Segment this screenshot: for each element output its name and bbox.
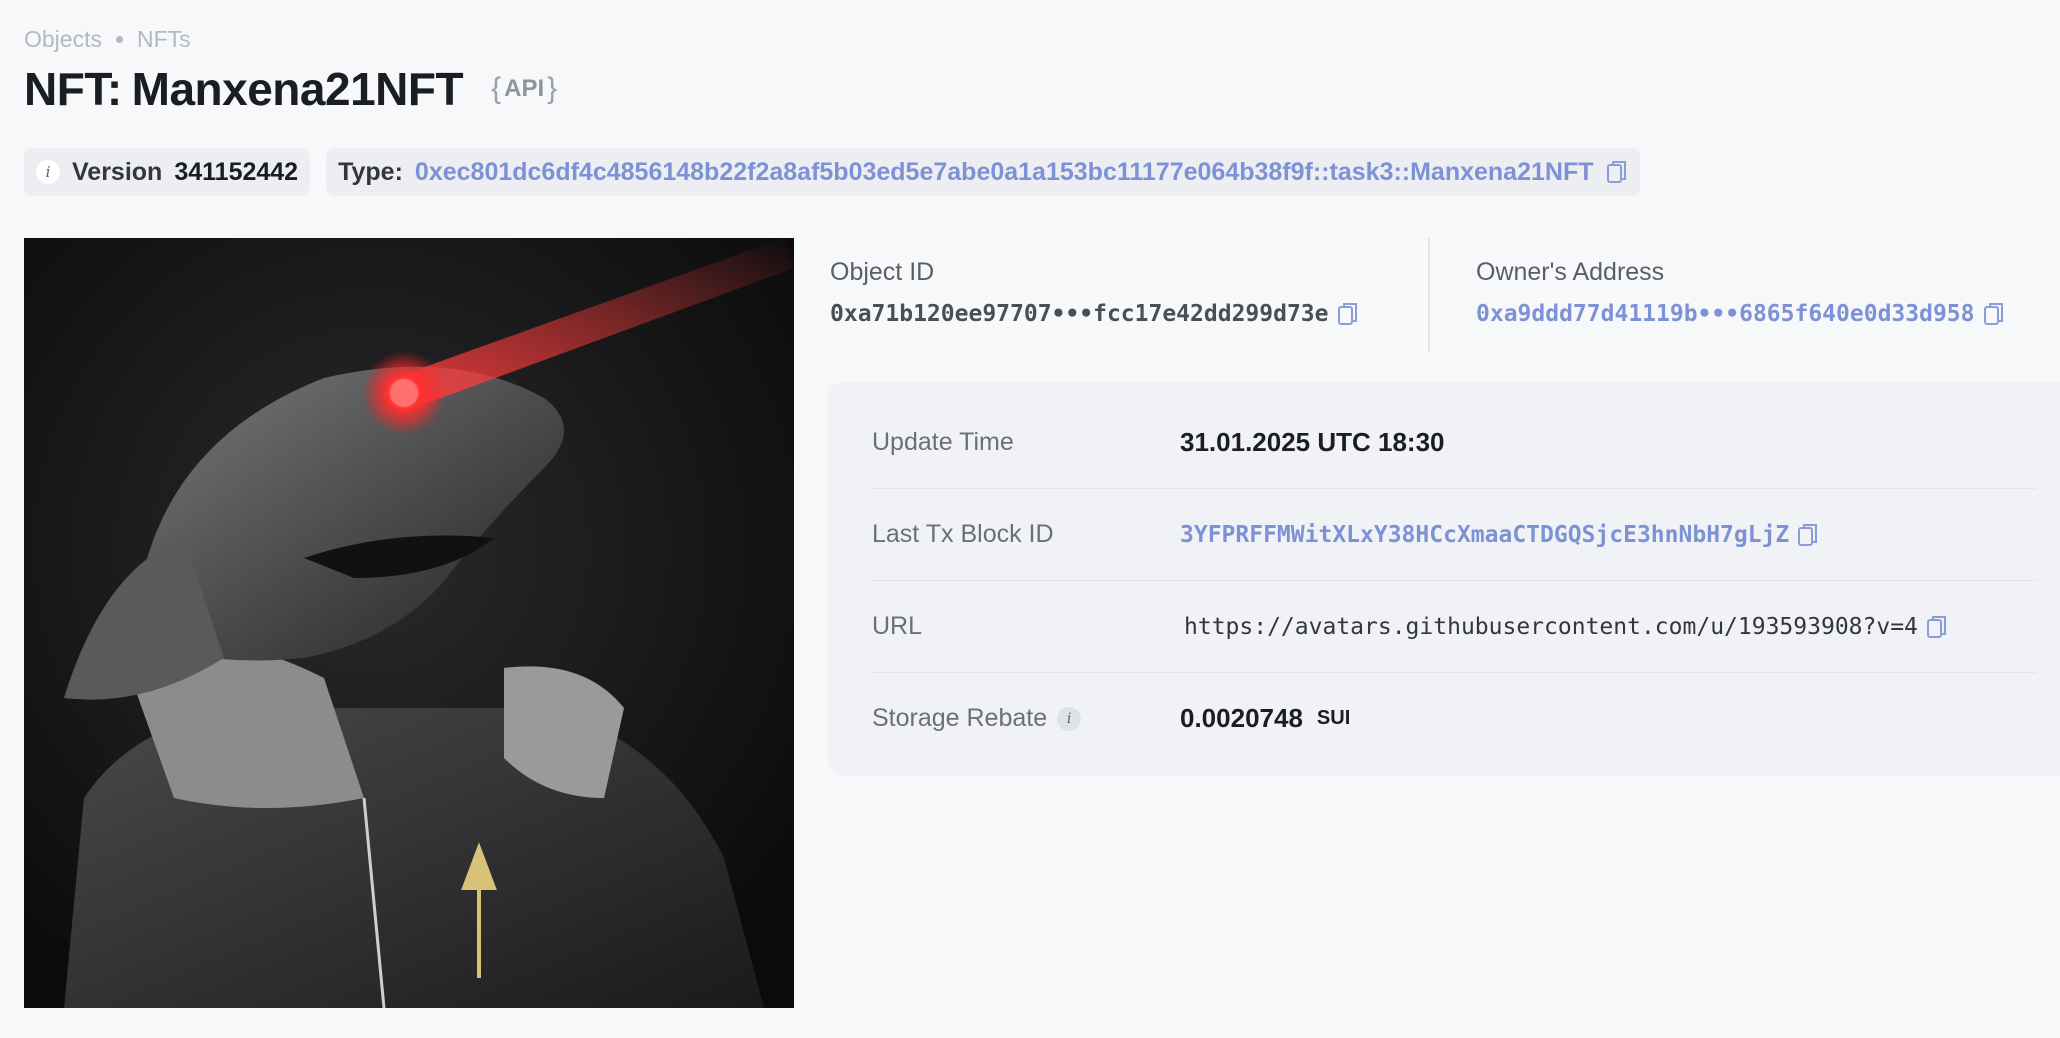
storage-rebate-label: Storage Rebate (872, 704, 1048, 732)
type-chip: Type: 0xec801dc6df4c4856148b22f2a8af5b03… (326, 148, 1640, 196)
object-id-value: 0xa71b120ee97707•••fcc17e42dd299d73e (830, 301, 1329, 327)
meta-divider (1428, 238, 1430, 352)
owner-address-link[interactable]: 0xa9ddd77d41119b•••6865f640e0d33d958 (1476, 301, 1975, 327)
copy-icon[interactable] (1926, 614, 1948, 640)
storage-rebate-label-wrap: Storage Rebate i (872, 704, 1180, 733)
title-row: NFT: Manxena21NFT { API } (24, 62, 557, 116)
update-time-value: 31.01.2025 UTC 18:30 (1180, 426, 1445, 457)
update-time-row: Update Time 31.01.2025 UTC 18:30 (872, 396, 2036, 488)
version-chip: i Version 341152442 (24, 148, 311, 196)
nft-object-page: Objects NFTs NFT: Manxena21NFT { API } i … (0, 0, 2060, 1038)
breadcrumb: Objects NFTs (24, 26, 191, 53)
api-brace-icon: { (491, 72, 502, 105)
version-value: 341152442 (174, 157, 299, 186)
update-time-label: Update Time (872, 427, 1014, 456)
owner-label: Owner's Address (1476, 258, 1665, 286)
api-link[interactable]: { API } (491, 72, 557, 106)
url-row: URL https://avatars.githubusercontent.co… (872, 580, 2036, 672)
breadcrumb-separator (115, 36, 123, 43)
storage-rebate-value-row: 0.0020748 SUI (1180, 703, 1350, 734)
url-value[interactable]: https://avatars.githubusercontent.com/u/… (1184, 614, 1918, 640)
last-tx-label: Last Tx Block ID (872, 520, 1054, 548)
type-label: Type: (338, 157, 403, 186)
type-link[interactable]: 0xec801dc6df4c4856148b22f2a8af5b03ed5e7a… (415, 158, 1594, 187)
url-label: URL (872, 612, 923, 640)
copy-icon[interactable] (1797, 522, 1819, 548)
storage-rebate-row: Storage Rebate i 0.0020748 SUI (872, 672, 2036, 764)
details-card: Update Time 31.01.2025 UTC 18:30 Last Tx… (828, 382, 2060, 776)
api-brace-close-icon: } (547, 72, 558, 105)
object-id-value-row: 0xa71b120ee97707•••fcc17e42dd299d73e (830, 301, 1359, 327)
nft-image (24, 238, 794, 1008)
title-name: Manxena21NFT (131, 63, 464, 115)
page-title: NFT: Manxena21NFT (24, 62, 464, 116)
url-value-row: https://avatars.githubusercontent.com/u/… (1180, 614, 1948, 640)
storage-rebate-value: 0.0020748 (1180, 703, 1303, 733)
breadcrumb-nfts[interactable]: NFTs (137, 26, 191, 53)
version-label: Version (72, 157, 163, 186)
copy-icon[interactable] (1983, 301, 2005, 327)
title-prefix: NFT: (24, 63, 122, 115)
object-id-block: Object ID 0xa71b120ee97707•••fcc17e42dd2… (830, 258, 1359, 327)
copy-icon[interactable] (1337, 301, 1359, 327)
info-icon[interactable]: i (36, 160, 60, 184)
copy-icon[interactable] (1606, 159, 1628, 185)
api-label: API (504, 75, 545, 102)
object-id-label: Object ID (830, 258, 935, 286)
owner-address-block: Owner's Address 0xa9ddd77d41119b•••6865f… (1476, 258, 2005, 327)
last-tx-value-row[interactable]: 3YFPRFFMWitXLxY38HCcXmaaCTDGQSjcE3hnNbH7… (1180, 522, 1819, 548)
info-icon[interactable]: i (1057, 706, 1082, 731)
last-tx-row: Last Tx Block ID 3YFPRFFMWitXLxY38HCcXma… (872, 488, 2036, 580)
object-chips: i Version 341152442 Type: 0xec801dc6df4c… (24, 148, 1640, 196)
owner-value-row[interactable]: 0xa9ddd77d41119b•••6865f640e0d33d958 (1476, 301, 2005, 327)
breadcrumb-objects[interactable]: Objects (24, 26, 102, 53)
storage-rebate-unit: SUI (1316, 707, 1351, 729)
last-tx-link[interactable]: 3YFPRFFMWitXLxY38HCcXmaaCTDGQSjcE3hnNbH7… (1180, 522, 1789, 548)
